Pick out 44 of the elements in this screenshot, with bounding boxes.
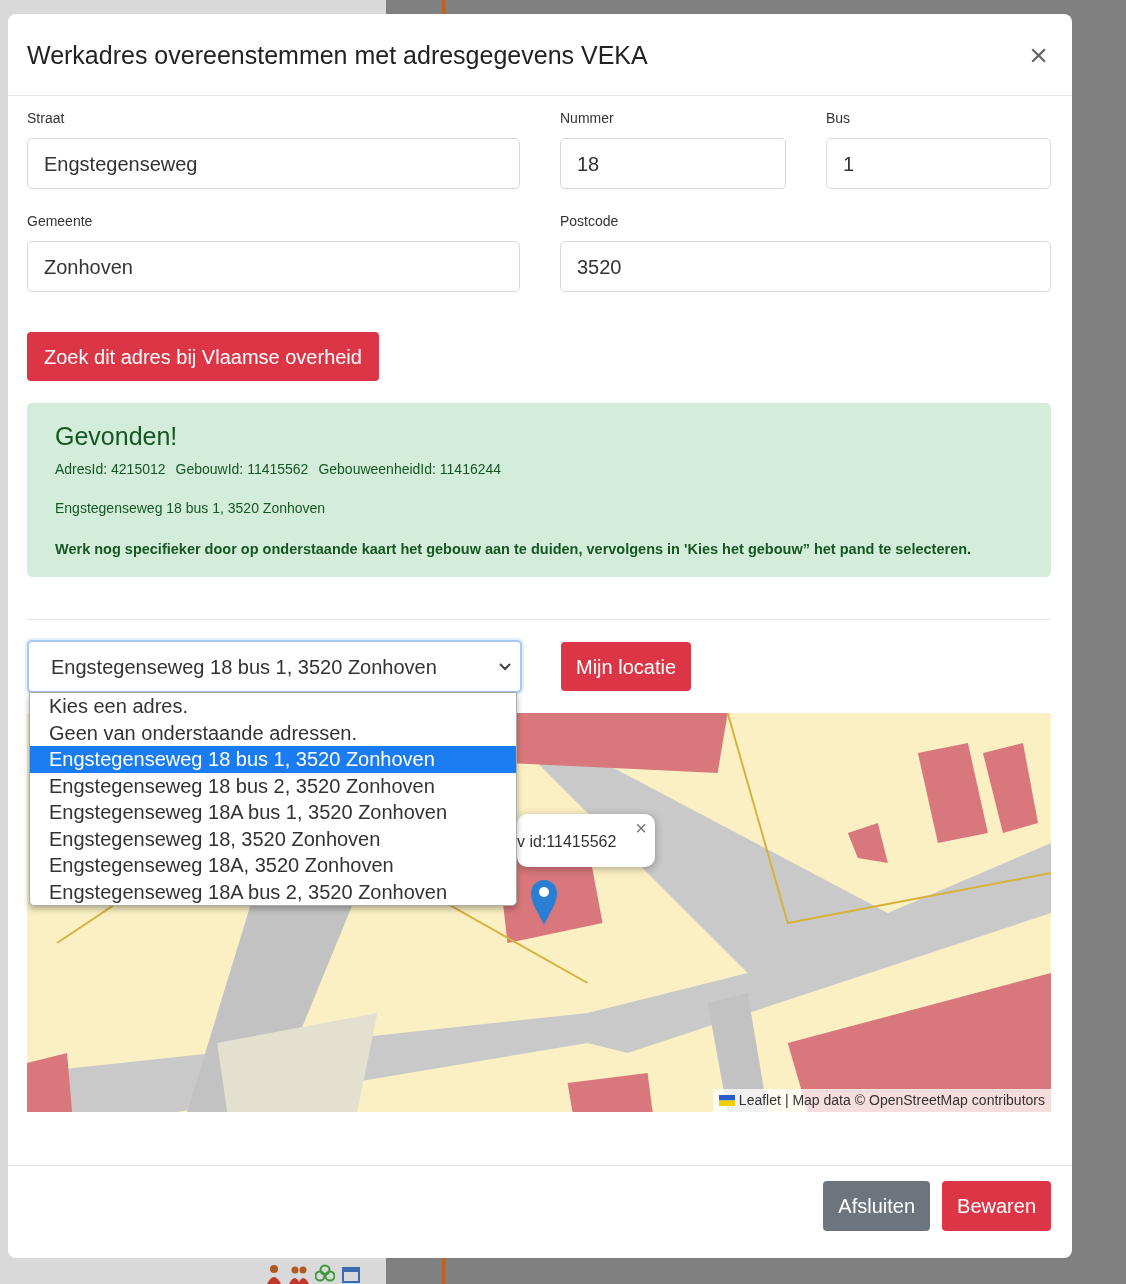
dropdown-option[interactable]: Engstegenseweg 18A bus 2, 3520 Zonhoven bbox=[30, 878, 516, 905]
people-icon[interactable] bbox=[289, 1264, 309, 1284]
attribution-text: | Map data © bbox=[784, 1091, 865, 1110]
map-marker-icon[interactable] bbox=[530, 878, 558, 926]
input-field[interactable]: Engstegenseweg bbox=[27, 138, 520, 189]
id-text: GebouweenheidId: 11416244 bbox=[318, 460, 502, 479]
input-field[interactable]: Zonhoven bbox=[27, 241, 520, 292]
attribution-text: contributors bbox=[971, 1091, 1045, 1110]
input-field[interactable]: 1 bbox=[826, 138, 1051, 189]
close-button[interactable]: × bbox=[1025, 38, 1052, 71]
dropdown-option[interactable]: Engstegenseweg 18A bus 1, 3520 Zonhoven bbox=[30, 799, 516, 826]
dropdown-option[interactable]: Engstegenseweg 18 bus 1, 3520 Zonhoven bbox=[30, 746, 516, 773]
id-text: AdresId: 4215012 bbox=[55, 460, 166, 479]
search-address-button[interactable]: Zoek dit adres bij Vlaamse overheid bbox=[27, 332, 379, 381]
dropdown-option[interactable]: Kies een adres. bbox=[30, 693, 516, 720]
found-address: Engstegenseweg 18 bus 1, 3520 Zonhoven bbox=[55, 499, 326, 518]
openstreetmap-link[interactable]: OpenStreetMap bbox=[869, 1090, 968, 1111]
chevron-down-icon bbox=[498, 661, 512, 672]
save-button[interactable]: Bewaren bbox=[942, 1181, 1051, 1231]
leaflet-link[interactable]: Leaflet bbox=[738, 1090, 781, 1111]
window-icon[interactable] bbox=[341, 1264, 361, 1284]
my-location-button[interactable]: Mijn locatie bbox=[561, 642, 692, 691]
dropdown-option[interactable]: Engstegenseweg 18A, 3520 Zonhoven bbox=[30, 852, 516, 879]
input-field[interactable]: 3520 bbox=[560, 241, 1051, 292]
person-icon[interactable] bbox=[265, 1264, 283, 1284]
club-icon[interactable] bbox=[315, 1264, 335, 1284]
instruction-text: Werk nog specifieker door op onderstaande kaart het gebouw aan te duiden, vervolgens in 'Kies het gebouw” het pand te selecteren. bbox=[55, 540, 972, 559]
dropdown-option[interactable]: Geen van onderstaande adressen. bbox=[30, 719, 516, 746]
dropdown-option[interactable]: Engstegenseweg 18, 3520 Zonhoven bbox=[30, 825, 516, 852]
field-label: Bus bbox=[826, 109, 852, 128]
input-field[interactable]: 18 bbox=[560, 138, 786, 189]
field-label: Postcode bbox=[560, 212, 620, 231]
popup-close-button[interactable]: × bbox=[635, 816, 647, 840]
field-label: Nummer bbox=[560, 109, 615, 128]
alert-heading: Gevonden! bbox=[55, 421, 179, 451]
id-text: GebouwId: 11415562 bbox=[175, 460, 309, 479]
flag-icon bbox=[718, 1095, 735, 1106]
popup-text: v id:11415562 bbox=[517, 832, 617, 852]
close-button[interactable]: Afsluiten bbox=[823, 1181, 931, 1231]
dialog-title: Werkadres overeenstemmen met adresgegevens VEKA bbox=[27, 39, 648, 70]
field-label: Gemeente bbox=[27, 212, 94, 231]
dropdown-option[interactable]: Engstegenseweg 18 bus 2, 3520 Zonhoven bbox=[30, 772, 516, 799]
field-label: Straat bbox=[27, 109, 66, 128]
address-select[interactable]: Engstegenseweg 18 bus 1, 3520 Zonhoven bbox=[27, 640, 522, 693]
